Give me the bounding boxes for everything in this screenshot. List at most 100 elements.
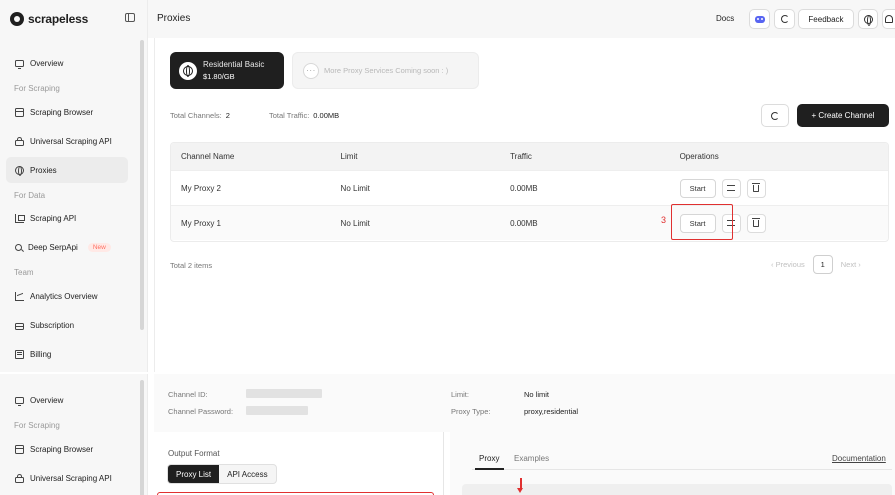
support-button[interactable]	[774, 9, 795, 29]
sidebar-item-universal-scraping-api[interactable]: Universal Scraping API	[6, 465, 128, 491]
discord-button[interactable]	[749, 9, 770, 29]
tab-examples[interactable]: Examples	[514, 454, 549, 463]
api-icon	[15, 213, 25, 223]
documentation-link[interactable]: Documentation	[832, 454, 886, 463]
section-for-data: For Data	[14, 191, 46, 200]
proxy-type-value: proxy,residential	[524, 407, 579, 416]
feedback-button[interactable]: Feedback	[798, 9, 854, 29]
sidebar-item-universal-scraping-api[interactable]: Universal Scraping API	[6, 128, 128, 154]
support-icon	[780, 15, 789, 23]
channel-name: My Proxy 2	[181, 183, 222, 193]
channel-password-label: Channel Password:	[168, 407, 234, 416]
sidebar: Overview For Scraping Scraping Browser U…	[0, 374, 148, 495]
plan-card-residential-basic[interactable]: Residential Basic $1.80/GB	[170, 52, 284, 89]
channel-password-masked	[246, 406, 308, 415]
sidebar-item-label: Scraping API	[30, 213, 77, 223]
total-items: Total 2 items	[170, 261, 213, 270]
sidebar-item-label: Subscription	[30, 320, 75, 330]
sidebar-item-proxies[interactable]: Proxies	[6, 157, 128, 183]
search-icon	[15, 243, 22, 251]
sidebar-item-scraping-browser[interactable]: Scraping Browser	[6, 436, 128, 462]
sidebar-scrollbar[interactable]	[140, 40, 144, 330]
channel-traffic: 0.00MB	[510, 218, 538, 228]
sidebar: scrapeless Overview For Scraping Scrapin…	[0, 0, 148, 372]
channels-table: Channel Name Limit Traffic Operations My…	[170, 142, 889, 242]
channel-stats: Total Channels: 2 Total Traffic: 0.00MB	[170, 111, 339, 120]
total-channels-label: Total Channels:	[170, 111, 222, 120]
notifications-button[interactable]	[882, 9, 895, 29]
next-page-button[interactable]: Next ›	[841, 260, 861, 269]
plan-name: Residential Basic	[203, 60, 265, 69]
active-tab-underline	[475, 468, 504, 470]
lock-icon	[15, 137, 24, 146]
sidebar-collapse-icon[interactable]	[125, 13, 135, 22]
sliders-icon	[727, 185, 736, 191]
column-header: Traffic	[510, 152, 532, 161]
docs-link[interactable]: Docs	[716, 14, 734, 23]
sidebar-item-deep-serpapi[interactable]: Deep SerpApi New	[6, 234, 128, 260]
sidebar-item-label: Deep SerpApi	[28, 242, 78, 252]
delete-button[interactable]	[746, 213, 766, 233]
sidebar-item-overview[interactable]: Overview	[6, 387, 128, 413]
sidebar-scrollbar[interactable]	[140, 380, 144, 495]
browser-icon	[15, 107, 24, 117]
code-panel: Proxy Examples Documentation	[450, 432, 895, 495]
proxy-list-tab[interactable]: Proxy List	[168, 465, 220, 483]
sidebar-item-overview[interactable]: Overview	[6, 50, 128, 76]
refresh-button[interactable]	[761, 104, 789, 127]
sidebar-item-label: Scraping Browser	[30, 107, 94, 117]
settings-button[interactable]	[721, 178, 741, 198]
create-channel-button[interactable]: + Create Channel	[797, 104, 889, 127]
table-row: My Proxy 2 No Limit 0.00MB Start	[171, 170, 888, 205]
column-header: Operations	[679, 152, 719, 161]
refresh-icon	[771, 111, 779, 120]
annotation-arrow-icon	[517, 478, 523, 493]
channel-traffic: 0.00MB	[510, 183, 538, 193]
channel-limit: No Limit	[340, 183, 370, 193]
sidebar-item-subscription[interactable]: Subscription	[6, 312, 128, 338]
monitor-icon	[15, 59, 24, 69]
delete-button[interactable]	[746, 178, 766, 198]
sidebar-item-label: Overview	[30, 395, 64, 405]
channel-info: Channel ID: Channel Password: Limit: No …	[154, 374, 895, 432]
sidebar-item-label: Proxies	[30, 165, 57, 175]
sidebar-item-label: Universal Scraping API	[30, 136, 112, 146]
previous-page-button[interactable]: ‹ Previous	[771, 260, 805, 269]
sidebar-item-analytics-overview[interactable]: Analytics Overview	[6, 283, 128, 309]
channel-id-label: Channel ID:	[168, 390, 208, 399]
sidebar-item-scraping-api[interactable]: Scraping API	[6, 205, 128, 231]
discord-icon	[754, 15, 765, 23]
top-header: Proxies Docs Feedback	[148, 0, 895, 38]
output-format-panel: Output Format Proxy List API Access	[154, 432, 444, 495]
more-services-text: More Proxy Services Coming soon : )	[324, 66, 449, 75]
channel-detail-screen: Overview For Scraping Scraping Browser U…	[0, 372, 895, 495]
page-title: Proxies	[157, 13, 191, 24]
bell-icon	[885, 15, 893, 23]
section-for-scraping: For Scraping	[14, 84, 60, 93]
output-format-label: Output Format	[168, 449, 220, 458]
api-access-tab[interactable]: API Access	[219, 465, 275, 483]
bill-icon	[15, 349, 24, 359]
total-channels-value: 2	[225, 111, 230, 120]
table-row: My Proxy 1 No Limit 0.00MB Start	[171, 205, 888, 240]
sidebar-item-scraping-browser[interactable]: Scraping Browser	[6, 99, 128, 125]
pagination: ‹ Previous 1 Next ›	[771, 255, 861, 274]
main-content: Residential Basic $1.80/GB ··· More Prox…	[154, 38, 895, 372]
sidebar-item-billing[interactable]: Billing	[6, 341, 128, 367]
brand[interactable]: scrapeless	[10, 10, 88, 28]
language-button[interactable]	[858, 9, 878, 29]
lock-icon	[15, 474, 24, 483]
total-traffic-label: Total Traffic:	[269, 111, 310, 120]
code-block	[462, 484, 892, 495]
start-button[interactable]: Start	[679, 178, 716, 198]
channel-limit: No Limit	[340, 218, 370, 228]
sidebar-item-label: Overview	[30, 58, 64, 68]
tab-proxy[interactable]: Proxy	[479, 454, 499, 463]
channel-id-masked	[246, 389, 322, 398]
limit-value: No limit	[524, 390, 550, 399]
page-number-button[interactable]: 1	[812, 255, 833, 274]
new-badge: New	[87, 242, 111, 252]
language-globe-icon	[863, 14, 873, 26]
limit-label: Limit:	[451, 390, 469, 399]
more-services-card: ··· More Proxy Services Coming soon : )	[292, 52, 479, 89]
